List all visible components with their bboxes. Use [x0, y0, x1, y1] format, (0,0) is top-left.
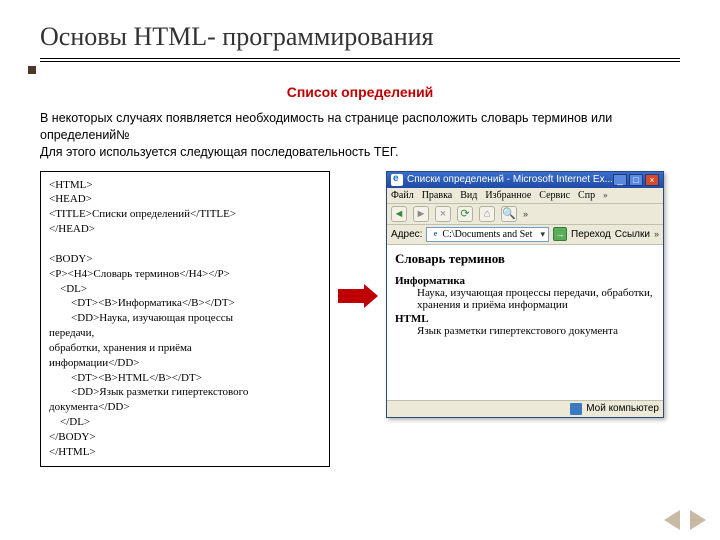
intro-text: В некоторых случаях появляется необходим… [40, 110, 680, 161]
slide-subtitle: Список определений [40, 84, 680, 100]
go-label: Переход [571, 229, 611, 240]
links-label[interactable]: Ссылки [615, 229, 650, 240]
toolbar-overflow-icon[interactable]: » [523, 209, 528, 219]
definition-1: Наука, изучающая процессы передачи, обра… [417, 287, 655, 311]
ie-icon [391, 174, 403, 186]
arrow-icon [338, 171, 378, 421]
next-slide-button[interactable] [690, 510, 706, 530]
menu-edit[interactable]: Правка [422, 190, 453, 201]
divider [40, 58, 680, 62]
prev-slide-button[interactable] [664, 510, 680, 530]
status-text: Мой компьютер [586, 403, 659, 414]
browser-statusbar: Мой компьютер [387, 400, 663, 417]
address-bar: Адрес: e C:\Documents and Set ▾ → Перехо… [387, 225, 663, 245]
zone-icon [570, 403, 582, 415]
definition-2: Язык разметки гипертекстового документа [417, 325, 655, 337]
browser-toolbar: ◄ ► × ⟳ ⌂ 🔍 » [387, 204, 663, 225]
intro-line-1: В некоторых случаях появляется необходим… [40, 111, 612, 142]
term-2: HTML [395, 313, 655, 325]
browser-viewport: Словарь терминов Информатика Наука, изуч… [387, 245, 663, 400]
browser-window: Списки определений - Microsoft Internet … [386, 171, 664, 418]
address-input[interactable]: e C:\Documents and Set ▾ [426, 227, 549, 242]
browser-menubar: Файл Правка Вид Избранное Сервис Спр » [387, 188, 663, 204]
address-value: C:\Documents and Set [442, 229, 532, 240]
intro-line-2: Для этого используется следующая последо… [40, 145, 399, 159]
close-button[interactable]: × [645, 174, 659, 186]
menu-view[interactable]: Вид [460, 190, 477, 201]
browser-title-text: Списки определений - Microsoft Internet … [407, 174, 613, 185]
slide-title: Основы HTML- программирования [40, 22, 680, 52]
stop-button[interactable]: × [435, 206, 451, 222]
menu-overflow-icon[interactable]: » [603, 190, 608, 201]
menu-favorites[interactable]: Избранное [485, 190, 531, 201]
page-icon: e [430, 229, 440, 239]
address-dropdown-icon[interactable]: ▾ [541, 229, 546, 240]
back-button[interactable]: ◄ [391, 206, 407, 222]
links-overflow-icon[interactable]: » [654, 229, 659, 239]
menu-tools[interactable]: Сервис [539, 190, 570, 201]
address-label: Адрес: [391, 229, 422, 240]
home-button[interactable]: ⌂ [479, 206, 495, 222]
go-button[interactable]: → [553, 227, 567, 241]
menu-file[interactable]: Файл [391, 190, 414, 201]
menu-help[interactable]: Спр [578, 190, 595, 201]
refresh-button[interactable]: ⟳ [457, 206, 473, 222]
term-1: Информатика [395, 275, 655, 287]
forward-button[interactable]: ► [413, 206, 429, 222]
content-heading: Словарь терминов [395, 251, 655, 267]
maximize-button[interactable]: □ [629, 174, 643, 186]
browser-titlebar: Списки определений - Microsoft Internet … [387, 172, 663, 188]
code-listing: <HTML> <HEAD> <TITLE>Списки определений<… [40, 171, 330, 467]
minimize-button[interactable]: _ [613, 174, 627, 186]
search-button[interactable]: 🔍 [501, 206, 517, 222]
title-bullet-icon [28, 66, 36, 74]
